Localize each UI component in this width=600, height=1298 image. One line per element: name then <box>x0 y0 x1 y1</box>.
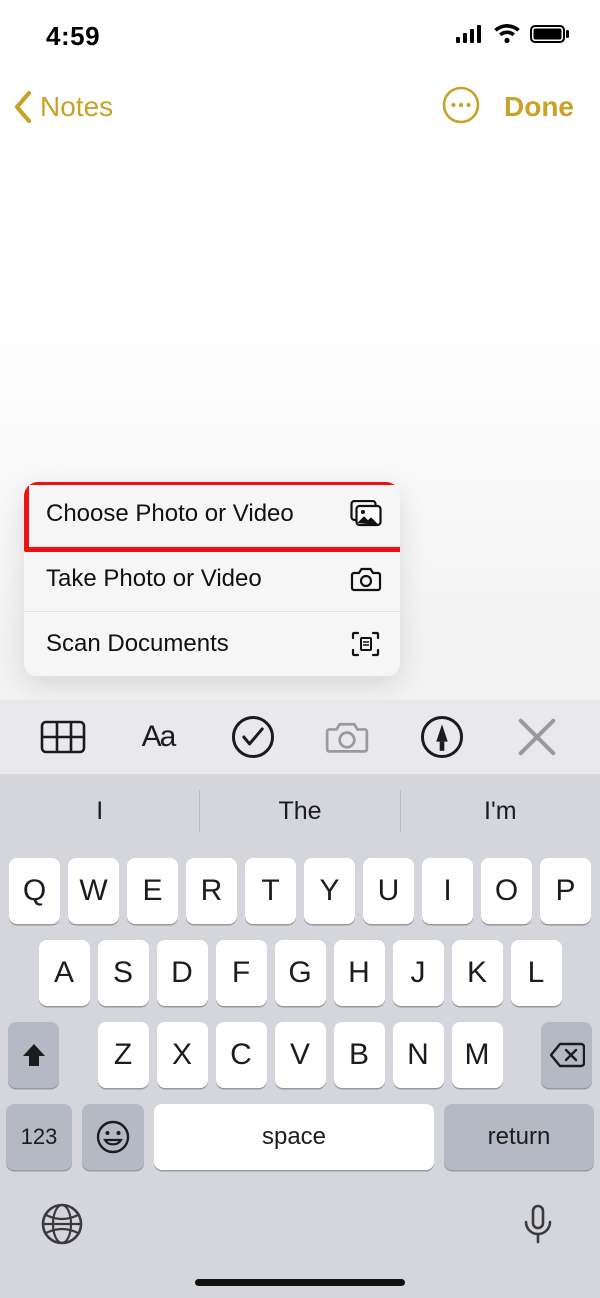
format-toolbar: Aa <box>0 700 600 774</box>
pen-circle-icon <box>419 714 465 760</box>
backspace-icon <box>549 1042 585 1068</box>
microphone-icon <box>516 1202 560 1246</box>
back-button[interactable]: Notes <box>12 90 113 124</box>
scan-document-icon <box>350 630 382 658</box>
key-d[interactable]: D <box>157 940 208 1006</box>
globe-icon <box>40 1202 84 1246</box>
key-backspace[interactable] <box>541 1022 592 1088</box>
key-j[interactable]: J <box>393 940 444 1006</box>
back-label: Notes <box>40 91 113 123</box>
key-o[interactable]: O <box>481 858 532 924</box>
keyboard: Q W E R T Y U I O P A S D F G H J K L <box>0 848 600 1298</box>
key-u[interactable]: U <box>363 858 414 924</box>
key-h[interactable]: H <box>334 940 385 1006</box>
key-shift[interactable] <box>8 1022 59 1088</box>
markup-tool[interactable] <box>419 717 465 757</box>
table-icon <box>40 720 86 754</box>
key-e[interactable]: E <box>127 858 178 924</box>
key-x[interactable]: X <box>157 1022 208 1088</box>
key-b[interactable]: B <box>334 1022 385 1088</box>
close-icon <box>514 714 560 760</box>
keyboard-row-3: Z X C V B N M <box>6 1022 594 1088</box>
battery-icon <box>530 25 570 48</box>
key-return[interactable]: return <box>444 1104 594 1170</box>
key-emoji[interactable] <box>82 1104 144 1170</box>
key-p[interactable]: P <box>540 858 591 924</box>
key-v[interactable]: V <box>275 1022 326 1088</box>
dictation-button[interactable] <box>516 1202 560 1246</box>
key-s[interactable]: S <box>98 940 149 1006</box>
text-format-tool[interactable]: Aa <box>135 717 181 757</box>
done-button[interactable]: Done <box>504 91 574 123</box>
keyboard-row-4: 123 space return <box>6 1104 594 1170</box>
key-g[interactable]: G <box>275 940 326 1006</box>
keyboard-row-2: A S D F G H J K L <box>6 940 594 1006</box>
checklist-tool[interactable] <box>230 717 276 757</box>
camera-icon <box>324 719 370 755</box>
chevron-left-icon <box>12 90 34 124</box>
key-l[interactable]: L <box>511 940 562 1006</box>
emoji-icon <box>96 1120 130 1154</box>
key-space[interactable]: space <box>154 1104 434 1170</box>
photo-stack-icon <box>350 500 382 528</box>
attachment-menu: Choose Photo or Video Take Photo or Vide… <box>24 482 400 677</box>
menu-item-label: Choose Photo or Video <box>46 500 294 528</box>
ellipsis-circle-icon <box>442 86 480 124</box>
menu-item-label: Scan Documents <box>46 630 229 658</box>
wifi-icon <box>493 24 521 49</box>
status-right <box>456 24 570 49</box>
key-m[interactable]: M <box>452 1022 503 1088</box>
key-k[interactable]: K <box>452 940 503 1006</box>
table-tool[interactable] <box>40 717 86 757</box>
key-f[interactable]: F <box>216 940 267 1006</box>
menu-item-take-photo-video[interactable]: Take Photo or Video <box>24 547 400 612</box>
close-toolbar-button[interactable] <box>514 717 560 757</box>
key-r[interactable]: R <box>186 858 237 924</box>
status-bar: 4:59 <box>0 0 600 64</box>
globe-button[interactable] <box>40 1202 84 1246</box>
key-c[interactable]: C <box>216 1022 267 1088</box>
key-w[interactable]: W <box>68 858 119 924</box>
home-indicator[interactable] <box>195 1279 405 1286</box>
shift-icon <box>20 1041 48 1069</box>
checkmark-circle-icon <box>230 714 276 760</box>
key-numbers[interactable]: 123 <box>6 1104 72 1170</box>
predictive-suggestion[interactable]: The <box>200 774 399 848</box>
more-button[interactable] <box>442 86 480 129</box>
menu-item-scan-documents[interactable]: Scan Documents <box>24 612 400 677</box>
status-time: 4:59 <box>46 21 100 52</box>
cellular-icon <box>456 25 484 48</box>
predictive-bar: I The I'm <box>0 774 600 848</box>
keyboard-row-1: Q W E R T Y U I O P <box>6 858 594 924</box>
camera-tool[interactable] <box>324 717 370 757</box>
key-y[interactable]: Y <box>304 858 355 924</box>
menu-item-choose-photo-video[interactable]: Choose Photo or Video <box>24 482 400 547</box>
camera-icon <box>350 565 382 593</box>
key-n[interactable]: N <box>393 1022 444 1088</box>
key-t[interactable]: T <box>245 858 296 924</box>
key-a[interactable]: A <box>39 940 90 1006</box>
nav-bar: Notes Done <box>0 78 600 136</box>
menu-item-label: Take Photo or Video <box>46 565 262 593</box>
predictive-suggestion[interactable]: I <box>0 774 199 848</box>
key-i[interactable]: I <box>422 858 473 924</box>
key-z[interactable]: Z <box>98 1022 149 1088</box>
predictive-suggestion[interactable]: I'm <box>401 774 600 848</box>
key-q[interactable]: Q <box>9 858 60 924</box>
